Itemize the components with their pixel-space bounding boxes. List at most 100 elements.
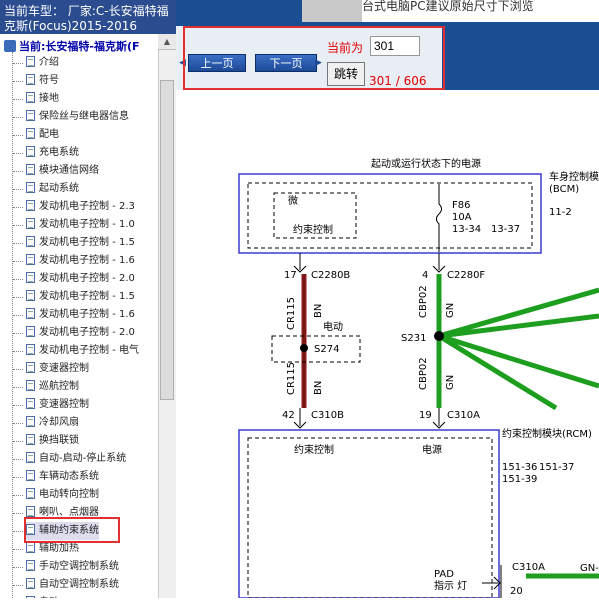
tree-item[interactable]: 发动机电子控制 - 2.0 (26, 270, 135, 288)
tree-item[interactable]: 保险丝与继电器信息 (26, 108, 129, 126)
rcm-restraint-label: 约束控制 (294, 443, 334, 456)
tree-connector (13, 243, 23, 244)
tree-connector (13, 513, 23, 514)
pad-indicator-label: 指示 灯 (434, 579, 467, 592)
ref-151-37: 151-37 (539, 462, 574, 473)
tree-item-label: 配电 (39, 129, 59, 140)
document-icon (26, 56, 35, 67)
tree-connector (13, 549, 23, 550)
tree-item-label: 充电系统 (39, 147, 79, 158)
ref-151-36: 151-36 (502, 462, 537, 473)
rcm-label: 约束控制模块(RCM) (502, 427, 592, 440)
tree-item-label: 发动机电子控制 - 1.6 (39, 309, 135, 320)
tree-connector (13, 459, 23, 460)
tree-item-label: 自动空调控制系统 (39, 579, 119, 590)
pin-20: 20 (510, 586, 523, 597)
document-icon (26, 560, 35, 571)
tree-item[interactable]: 发动机电子控制 - 电气 (26, 342, 139, 360)
tree-connector (13, 333, 23, 334)
tree-item-label: 冷却风扇 (39, 417, 79, 428)
pin-42: 42 (282, 410, 295, 421)
tree-item[interactable]: 配电 (26, 126, 59, 144)
document-icon (26, 344, 35, 355)
ref-151-39: 151-39 (502, 474, 537, 485)
tree-item-label: 变速器控制 (39, 399, 89, 410)
document-icon (26, 182, 35, 193)
pin-17: 17 (284, 270, 297, 281)
tree-connector (13, 387, 23, 388)
document-icon (26, 470, 35, 481)
tree-item-label: 接地 (39, 93, 59, 104)
tree-item-label: 电动转向控制 (39, 489, 99, 500)
conn-c310a: C310A (447, 410, 480, 421)
tree-connector (13, 189, 23, 190)
tree-item[interactable]: 自动... (26, 594, 69, 598)
document-icon (26, 578, 35, 589)
document-icon (26, 542, 35, 553)
tree-connector (13, 81, 23, 82)
tree-item[interactable]: 变速器控制 (26, 360, 89, 378)
book-icon (4, 40, 16, 52)
tree-connector (13, 369, 23, 370)
tree-item[interactable]: 换挡联锁 (26, 432, 79, 450)
wiring-diagram: 起动或运行状态下的电源 微 约束控制 车身控制模块 (BCM) 11-2 F86… (176, 90, 599, 599)
tree-item[interactable]: 发动机电子控制 - 1.5 (26, 234, 135, 252)
bcm-box (238, 173, 542, 254)
tree-item[interactable]: 巡航控制 (26, 378, 79, 396)
bcm-code: 11-2 (549, 207, 572, 218)
tree-item[interactable]: 电动转向控制 (26, 486, 99, 504)
fuse-ref2: 13-37 (491, 224, 520, 235)
tree-connector (13, 567, 23, 568)
power-title: 起动或运行状态下的电源 (371, 157, 481, 170)
document-icon (26, 92, 35, 103)
tree-connector (13, 63, 23, 64)
tree-item[interactable]: 模块通信网络 (26, 162, 99, 180)
tree-connector (13, 261, 23, 262)
document-icon (26, 74, 35, 85)
scroll-thumb[interactable] (160, 80, 174, 400)
tree-item-label: 发动机电子控制 - 1.6 (39, 255, 135, 266)
tree-item-label: 车辆动态系统 (39, 471, 99, 482)
tree-item[interactable]: 接地 (26, 90, 59, 108)
tree-item[interactable]: 发动机电子控制 - 2.0 (26, 324, 135, 342)
tree-item[interactable]: 发动机电子控制 - 1.0 (26, 216, 135, 234)
tree-item[interactable]: 变速器控制 (26, 396, 89, 414)
tree-item[interactable]: 发动机电子控制 - 2.3 (26, 198, 135, 216)
tree-connector (13, 153, 23, 154)
rcm-power-label: 电源 (422, 443, 442, 456)
pin-4: 4 (422, 270, 428, 281)
document-icon (26, 254, 35, 265)
tree-item[interactable]: 发动机电子控制 - 1.6 (26, 252, 135, 270)
document-icon (26, 380, 35, 391)
tree-item[interactable]: 冷却风扇 (26, 414, 79, 432)
tree-connector (13, 351, 23, 352)
tree-connector (13, 585, 23, 586)
document-icon (26, 326, 35, 337)
tree-item-label: 起动系统 (39, 183, 79, 194)
tree-item[interactable]: 手动空调控制系统 (26, 558, 119, 576)
tree-item-label: 保险丝与继电器信息 (39, 111, 129, 122)
tree-item[interactable]: 发动机电子控制 - 1.6 (26, 306, 135, 324)
tree-item[interactable]: 发动机电子控制 - 1.5 (26, 288, 135, 306)
tree-item[interactable]: 介绍 (26, 54, 59, 72)
tree-connector (13, 405, 23, 406)
tree-item[interactable]: 符号 (26, 72, 59, 90)
tree-root-label: 当前:长安福特-福克斯(F (19, 40, 140, 53)
wire-bn-b: BN (313, 381, 324, 395)
tree-item-label: 发动机电子控制 - 1.5 (39, 291, 135, 302)
tree-item-label: 手动空调控制系统 (39, 561, 119, 572)
tree-item[interactable]: 起动系统 (26, 180, 79, 198)
scroll-up-icon[interactable]: ▲ (158, 34, 176, 50)
fuse-name: F86 (452, 200, 470, 211)
conn-c2280f: C2280F (447, 270, 485, 281)
wire-gn-b: GN (445, 375, 456, 390)
tree-root[interactable]: 当前:长安福特-福克斯(F (4, 38, 140, 54)
document-icon (26, 290, 35, 301)
document-icon (26, 416, 35, 427)
tree-item[interactable]: 自动空调控制系统 (26, 576, 119, 594)
tree-item[interactable]: 充电系统 (26, 144, 79, 162)
tree-connector (13, 423, 23, 424)
tree-item[interactable]: 车辆动态系统 (26, 468, 99, 486)
tree-connector (13, 297, 23, 298)
tree-item[interactable]: 自动-启动-停止系统 (26, 450, 126, 468)
